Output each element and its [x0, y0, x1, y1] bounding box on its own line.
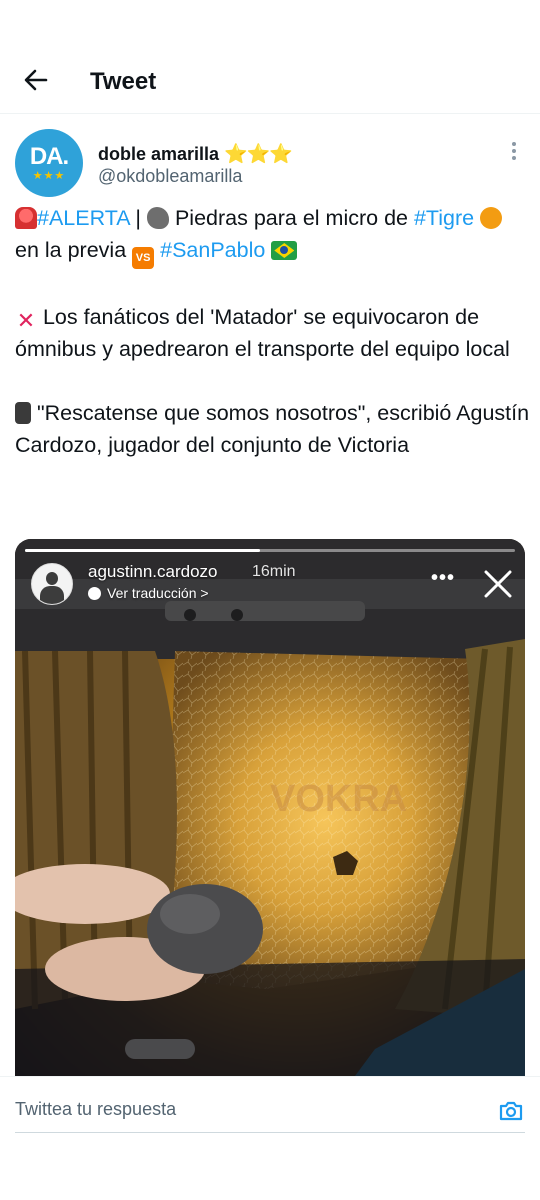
story-progress-fill [25, 549, 261, 552]
translate-icon [88, 587, 101, 600]
tweet-paragraph-1: #ALERTA | Piedras para el micro de #Tigr… [15, 202, 530, 269]
story-user-avatar [31, 563, 73, 605]
story-timestamp: 16min [252, 563, 296, 580]
avatar-logo-stars: ★★★ [32, 170, 66, 182]
camera-icon[interactable] [497, 1097, 525, 1125]
story-more-icon: ••• [431, 567, 456, 589]
tweet-text-segment: en la previa [15, 238, 133, 262]
cross-mark-icon: ✕ [16, 308, 36, 333]
separator-text: | [129, 206, 147, 230]
author-handle[interactable]: @okdobleamarilla [98, 166, 242, 187]
siren-icon [15, 207, 37, 229]
hashtag-alerta[interactable]: #ALERTA [37, 206, 129, 230]
back-arrow-icon[interactable] [18, 62, 54, 98]
vokra-watermark-text: VOKRA [270, 778, 407, 820]
tweet-text: #ALERTA | Piedras para el micro de #Tigr… [15, 202, 530, 461]
brazil-flag-icon [271, 241, 298, 260]
story-translate-link: Ver traducción > [88, 585, 209, 601]
chevron-right-icon: > [196, 585, 209, 601]
tweet-text-segment: Piedras para el micro de [168, 206, 408, 230]
author-name-text: doble amarilla [98, 144, 220, 164]
story-close-icon [484, 570, 512, 598]
author-name[interactable]: doble amarilla ⭐⭐⭐ [98, 142, 293, 166]
story-username: agustinn.cardozo [88, 562, 218, 581]
tweet-text-segment: Los fanáticos del 'Matador' se equivocar… [15, 305, 510, 361]
more-options-icon[interactable] [504, 140, 524, 162]
hashtag-sanpablo[interactable]: #SanPablo [160, 238, 265, 262]
avatar-body-shape [40, 586, 64, 604]
avatar-head-shape [46, 572, 58, 585]
avatar-logo-text: DA. [29, 143, 69, 170]
phone-arrow-icon [15, 402, 31, 424]
hashtag-tigre[interactable]: #Tigre [414, 206, 474, 230]
tweet-paragraph-3: "Rescatense que somos nosotros", escribi… [15, 397, 530, 461]
page-title: Tweet [90, 68, 157, 95]
story-translate-text: Ver traducción [107, 585, 197, 601]
story-progress-bar [25, 549, 515, 552]
vs-icon: VS [132, 247, 155, 269]
reply-bar: Twittea tu respuesta [0, 1076, 540, 1200]
reply-placeholder: Twittea tu respuesta [15, 1099, 177, 1119]
tweet-media-image[interactable]: VOKRA agustinn.cardozo 16min Ver traducc… [15, 539, 525, 1076]
tweet-text-segment: "Rescatense que somos nosotros", escribi… [15, 401, 530, 457]
author-avatar[interactable]: DA. ★★★ [15, 129, 83, 197]
tiger-icon [480, 207, 503, 229]
top-bar: Tweet [0, 50, 540, 114]
rock-icon [146, 207, 169, 229]
name-stars-emoji: ⭐⭐⭐ [224, 144, 293, 165]
tweet-paragraph-2: ✕ Los fanáticos del 'Matador' se equivoc… [15, 301, 530, 365]
reply-input[interactable]: Twittea tu respuesta [15, 1089, 525, 1133]
bus-window-photo: VOKRA [15, 539, 525, 1076]
